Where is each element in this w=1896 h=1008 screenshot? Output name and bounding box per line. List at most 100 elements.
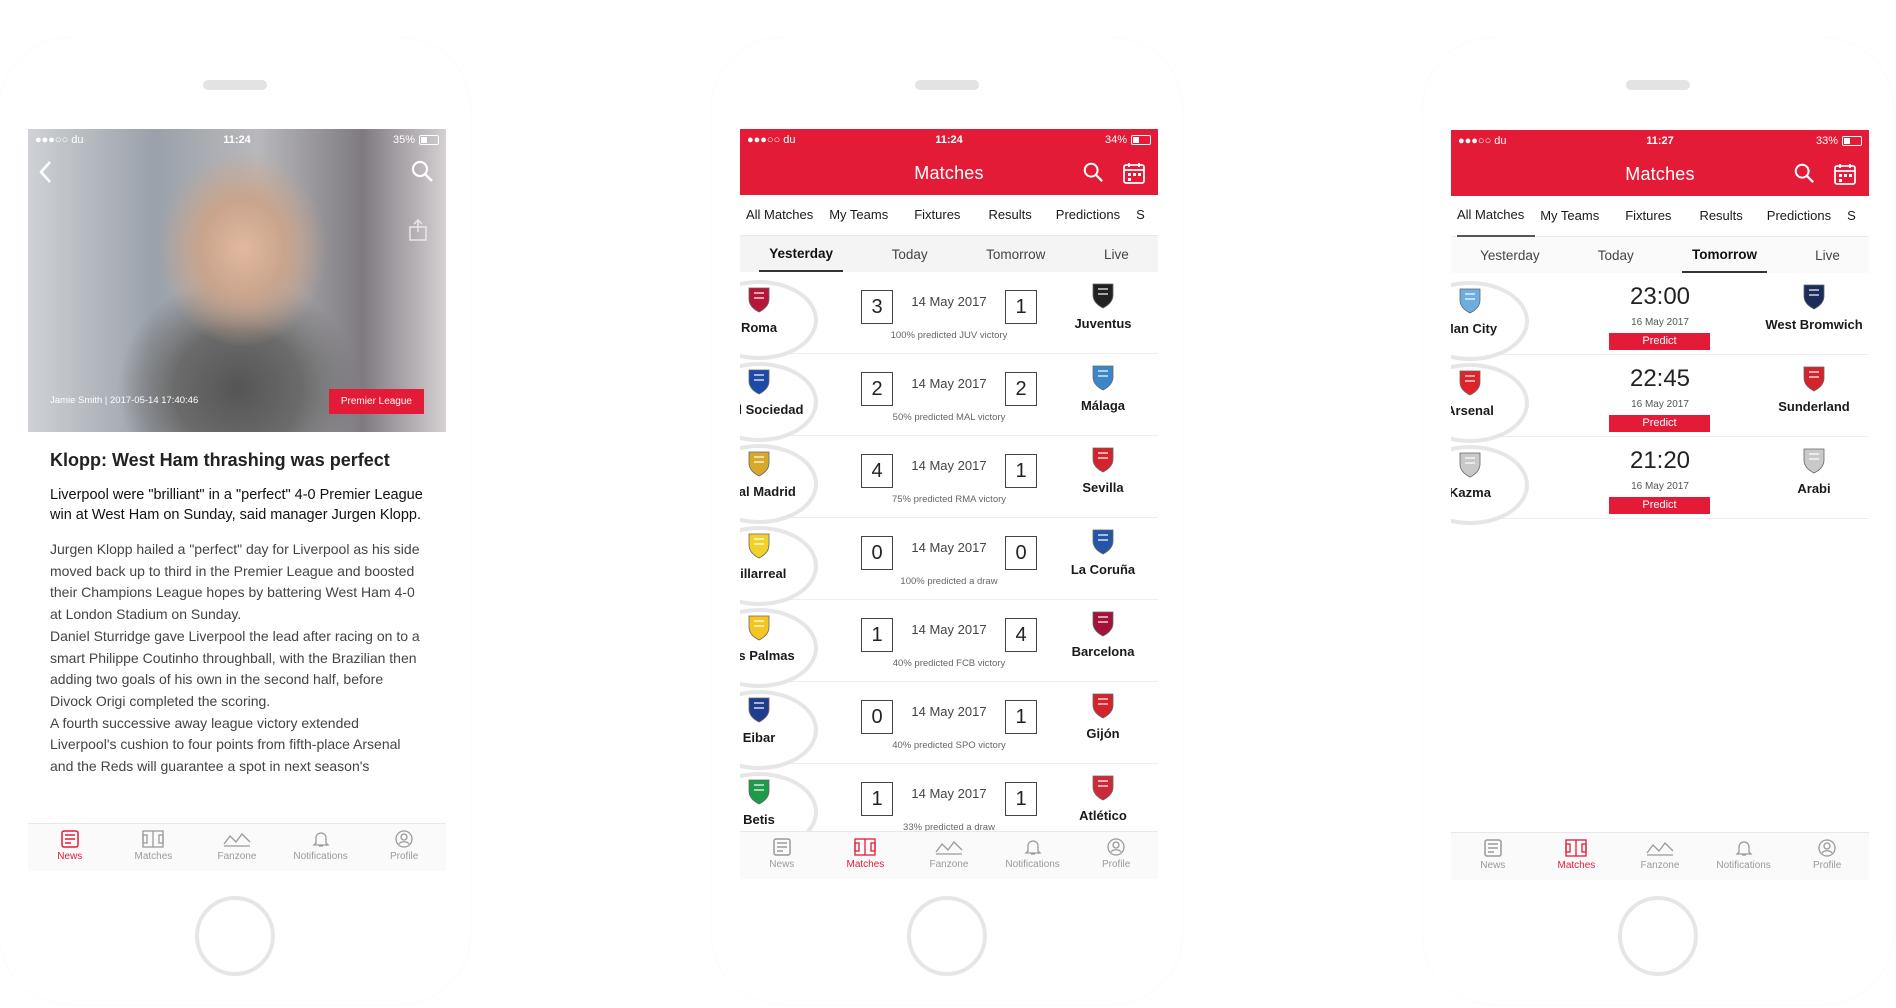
day-yesterday[interactable]: Yesterday <box>759 237 844 272</box>
tab-all-matches[interactable]: All Matches <box>1457 195 1536 237</box>
tab-notifications[interactable]: Notifications <box>279 824 363 871</box>
back-arrow-icon[interactable] <box>36 159 56 185</box>
day-live[interactable]: Live <box>1805 239 1850 272</box>
away-team[interactable]: Sevilla <box>1048 444 1158 495</box>
fixture-row[interactable]: Arsenal22:4516 May 2017PredictSunderland <box>1451 355 1869 443</box>
phone-speaker <box>1626 80 1690 90</box>
phone-speaker <box>203 80 267 90</box>
status-right: 33% <box>1816 135 1862 147</box>
search-icon[interactable] <box>410 159 434 183</box>
home-team[interactable]: Real Madrid <box>740 444 818 524</box>
tab-more[interactable]: S <box>1136 195 1156 235</box>
calendar-icon[interactable] <box>1122 161 1146 185</box>
away-team[interactable]: Juventus <box>1048 280 1158 331</box>
tab-notifications[interactable]: Notifications <box>1702 833 1786 880</box>
tab-fanzone[interactable]: Fanzone <box>1618 833 1702 880</box>
away-team[interactable]: Barcelona <box>1048 608 1158 659</box>
tab-news[interactable]: News <box>740 832 824 879</box>
away-team[interactable]: Arabi <box>1759 445 1869 496</box>
battery-percent: 35% <box>392 134 415 146</box>
nav-actions <box>1082 161 1146 185</box>
tab-more[interactable]: S <box>1847 196 1867 236</box>
navbar: Matches <box>740 151 1158 195</box>
home-team[interactable]: Villarreal <box>740 526 818 606</box>
away-team[interactable]: Sunderland <box>1759 363 1869 414</box>
away-team-name: Sevilla <box>1082 480 1124 495</box>
tab-matches[interactable]: Matches <box>824 832 908 879</box>
predict-button[interactable]: Predict <box>1609 497 1710 514</box>
day-selector: Yesterday Today Tomorrow Live <box>740 236 1158 272</box>
away-team[interactable]: West Bromwich <box>1759 281 1869 332</box>
away-score: 4 <box>1005 618 1037 652</box>
news-icon <box>61 830 79 848</box>
fanzone-icon <box>1646 842 1674 856</box>
phone-matches-yesterday: ●●●○○ du 11:24 34% Matches All Matches M… <box>712 38 1182 1004</box>
status-bar: ●●●○○ du 11:24 34% <box>740 129 1158 151</box>
day-live[interactable]: Live <box>1094 238 1139 271</box>
tab-news[interactable]: News <box>1451 833 1535 880</box>
day-yesterday[interactable]: Yesterday <box>1470 239 1550 272</box>
search-icon[interactable] <box>1082 161 1104 183</box>
fixture-row[interactable]: Man City23:0016 May 2017PredictWest Brom… <box>1451 273 1869 361</box>
search-icon[interactable] <box>1793 162 1815 184</box>
day-tomorrow[interactable]: Tomorrow <box>976 238 1055 271</box>
tab-profile[interactable]: Profile <box>1785 833 1869 880</box>
fixture-row[interactable]: Kazma 21:20 16 May 2017 Predict Arabi <box>1451 437 1869 525</box>
home-team[interactable]: Las Palmas <box>740 608 818 688</box>
league-tag[interactable]: Premier League <box>328 389 424 414</box>
tab-profile[interactable]: Profile <box>362 824 446 871</box>
navbar: Matches <box>1451 152 1869 196</box>
tab-predictions[interactable]: Predictions <box>1056 195 1131 235</box>
day-today[interactable]: Today <box>1588 239 1644 272</box>
match-row[interactable]: Real Sociedad214 May 2017250% predicted … <box>740 354 1158 442</box>
tab-fanzone[interactable]: Fanzone <box>907 832 991 879</box>
home-team[interactable]: Real Sociedad <box>740 362 818 442</box>
tab-fanzone[interactable]: Fanzone <box>195 824 279 871</box>
tab-predictions[interactable]: Predictions <box>1767 196 1842 236</box>
tab-my-teams[interactable]: My Teams <box>1540 196 1610 236</box>
home-button[interactable] <box>1618 896 1698 976</box>
tab-profile[interactable]: Profile <box>1074 832 1158 879</box>
predict-button[interactable]: Predict <box>1609 333 1710 350</box>
match-row[interactable]: Real Madrid414 May 2017175% predicted RM… <box>740 436 1158 524</box>
match-list: Roma 3 14 May 2017 1 100% predicted JUV vict… <box>740 272 1158 852</box>
match-row[interactable]: Las Palmas114 May 2017440% predicted FCB… <box>740 600 1158 688</box>
calendar-icon[interactable] <box>1833 162 1857 186</box>
battery-icon <box>419 135 439 145</box>
tab-label: Fanzone <box>929 859 969 870</box>
away-team[interactable]: La Coruña <box>1048 526 1158 577</box>
tab-all-matches[interactable]: All Matches <box>746 195 824 235</box>
article-body: Jurgen Klopp hailed a "perfect" day for … <box>50 539 424 779</box>
tab-fixtures[interactable]: Fixtures <box>914 195 971 235</box>
tab-label: Matches <box>134 851 173 862</box>
tab-matches[interactable]: Matches <box>1535 833 1619 880</box>
tab-news[interactable]: News <box>28 824 112 871</box>
home-button[interactable] <box>907 896 987 976</box>
team-crest-icon <box>1092 529 1114 555</box>
away-team[interactable]: Málaga <box>1048 362 1158 413</box>
battery-percent: 34% <box>1104 134 1127 146</box>
away-team[interactable]: Atlético <box>1048 772 1158 823</box>
tab-my-teams[interactable]: My Teams <box>829 195 899 235</box>
home-button[interactable] <box>195 896 275 976</box>
home-team[interactable]: Roma <box>740 280 818 360</box>
match-row[interactable]: Villarreal014 May 20170100% predicted a … <box>740 518 1158 606</box>
article-title: Klopp: West Ham thrashing was perfect <box>50 450 390 470</box>
fanzone-icon <box>935 841 963 855</box>
filter-tabs: All Matches My Teams Fixtures Results Pr… <box>1451 196 1869 237</box>
day-today[interactable]: Today <box>882 238 938 271</box>
fanzone-icon <box>223 833 251 847</box>
match-row[interactable]: Roma 3 14 May 2017 1 100% predicted JUV vict… <box>740 272 1158 360</box>
tab-results[interactable]: Results <box>988 195 1042 235</box>
tab-matches[interactable]: Matches <box>112 824 196 871</box>
match-row[interactable]: Eibar 0 14 May 2017 1 40% predicted SPO vict… <box>740 682 1158 770</box>
away-team[interactable]: Gijón <box>1048 690 1158 741</box>
tab-fixtures[interactable]: Fixtures <box>1625 196 1682 236</box>
home-team[interactable]: Eibar <box>740 690 818 770</box>
day-tomorrow[interactable]: Tomorrow <box>1681 238 1767 273</box>
predict-button[interactable]: Predict <box>1609 415 1710 432</box>
tab-notifications[interactable]: Notifications <box>991 832 1075 879</box>
share-icon[interactable] <box>408 219 428 241</box>
article-paragraph: A fourth successive away league victory … <box>50 714 401 775</box>
tab-results[interactable]: Results <box>1699 196 1753 236</box>
